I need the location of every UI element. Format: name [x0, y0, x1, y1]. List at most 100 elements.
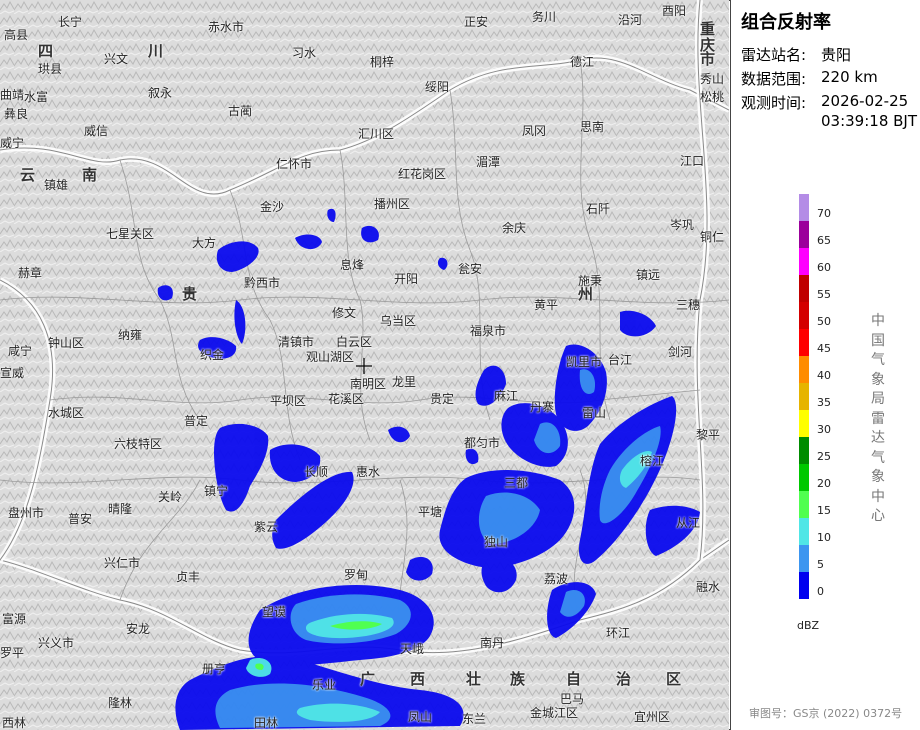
- radar-map[interactable]: 四 川 云 南 贵 州 重 庆 市 广 西 壮 族 自 治 区 长宁 珙县 高县…: [0, 0, 729, 730]
- city-label: 彝良: [4, 107, 29, 121]
- city-label: 六枝特区: [114, 437, 163, 451]
- city-label: 铜仁: [700, 230, 725, 244]
- legend-swatch: [799, 194, 809, 221]
- city-label: 瓮安: [458, 262, 483, 276]
- city-label: 酉阳: [662, 4, 687, 18]
- legend-tick-label: 35: [817, 396, 831, 409]
- city-label: 汇川区: [358, 127, 395, 141]
- city-label: 施秉: [578, 274, 603, 288]
- time-clock: 03:39:18 BJT: [821, 112, 918, 130]
- city-label: 台江: [608, 353, 633, 367]
- region-label: 自: [566, 670, 582, 688]
- city-label: 德江: [570, 55, 595, 69]
- city-label: 桐梓: [370, 55, 395, 69]
- range-row: 数据范围: 220 km: [741, 68, 878, 89]
- city-label: 曲靖: [0, 88, 25, 102]
- city-label: 思南: [580, 120, 605, 134]
- city-label: 凤冈: [522, 124, 547, 138]
- city-label: 镇宁: [204, 484, 229, 498]
- time-label: 观测时间:: [741, 94, 807, 112]
- legend-tick-label: 40: [817, 369, 831, 382]
- city-label: 仁怀市: [276, 157, 313, 171]
- city-label: 赤水市: [208, 20, 245, 34]
- city-label: 长顺: [304, 465, 329, 479]
- city-label: 福泉市: [470, 324, 507, 338]
- station-row: 雷达站名: 贵阳: [741, 44, 851, 65]
- legend-swatch: [799, 383, 809, 410]
- city-label: 水富: [24, 90, 49, 104]
- city-label: 开阳: [394, 272, 419, 286]
- map-approval-number: 审图号：GS京 (2022) 0372号: [749, 707, 903, 720]
- city-label: 务川: [532, 10, 557, 24]
- city-label: 花溪区: [328, 392, 365, 406]
- legend-tick-label: 55: [817, 288, 831, 301]
- legend-swatch: [799, 410, 809, 437]
- city-label: 兴文: [104, 52, 129, 66]
- city-label: 三都: [504, 476, 529, 490]
- city-label: 息烽: [340, 258, 365, 272]
- city-label: 黄平: [534, 298, 559, 312]
- city-label: 凯里市: [566, 355, 603, 369]
- legend-tick-label: 5: [817, 558, 824, 571]
- region-label: 贵: [182, 285, 198, 303]
- time-row: 观测时间: 2026-02-25: [741, 92, 908, 113]
- city-label: 乐业: [312, 678, 337, 692]
- city-label: 习水: [292, 46, 317, 60]
- legend-swatch: [799, 545, 809, 572]
- legend-unit: dBZ: [797, 619, 820, 632]
- legend-swatch: [799, 302, 809, 329]
- city-label: 巴马: [560, 692, 585, 706]
- region-label: 壮: [466, 670, 482, 688]
- city-label: 叙永: [148, 86, 173, 100]
- city-label: 天峨: [400, 642, 425, 656]
- legend-tick-label: 10: [817, 531, 831, 544]
- legend-tick-label: 15: [817, 504, 831, 517]
- city-label: 安龙: [126, 622, 151, 636]
- city-label: 独山: [484, 535, 509, 549]
- city-label: 湄潭: [476, 155, 501, 169]
- city-label: 田林: [254, 716, 279, 730]
- city-label: 兴仁市: [104, 556, 141, 570]
- legend-swatch: [799, 491, 809, 518]
- legend-tick-label: 30: [817, 423, 831, 436]
- city-label: 平塘: [418, 505, 443, 519]
- city-label: 水城区: [48, 406, 85, 420]
- legend-swatch: [799, 572, 809, 599]
- city-label: 江口: [680, 154, 705, 168]
- region-label: 广: [360, 670, 376, 688]
- city-label: 松桃: [700, 90, 725, 104]
- city-label: 普安: [68, 512, 93, 526]
- city-label: 盘州市: [8, 506, 45, 520]
- legend-tick-label: 25: [817, 450, 831, 463]
- city-label: 石阡: [586, 202, 611, 216]
- region-label: 区: [666, 670, 682, 688]
- city-label: 隆林: [108, 696, 133, 710]
- city-label: 荔波: [544, 572, 569, 586]
- station-label: 雷达站名:: [741, 46, 807, 64]
- product-title: 组合反射率: [741, 12, 831, 33]
- city-label: 贞丰: [176, 570, 201, 584]
- legend-tick-label: 70: [817, 207, 831, 220]
- city-label: 黔西市: [244, 276, 281, 290]
- city-label: 沿河: [618, 13, 643, 27]
- city-label: 册亨: [202, 662, 227, 676]
- legend-swatch: [799, 356, 809, 383]
- city-label: 珙县: [38, 62, 63, 76]
- legend-swatch: [799, 275, 809, 302]
- legend-swatch: [799, 248, 809, 275]
- city-label: 贵定: [430, 392, 455, 406]
- city-label: 赫章: [18, 266, 43, 280]
- city-label: 威宁: [0, 136, 25, 150]
- city-label: 威信: [84, 124, 109, 138]
- city-label: 大方: [192, 236, 217, 250]
- city-label: 观山湖区: [306, 350, 355, 364]
- city-label: 凤山: [408, 710, 433, 724]
- range-value: 220 km: [821, 68, 878, 86]
- city-label: 罗平: [0, 646, 25, 660]
- city-label: 纳雍: [118, 328, 143, 342]
- region-label: 南: [82, 166, 98, 184]
- city-label: 宣威: [0, 366, 25, 380]
- city-label: 咸宁: [8, 344, 33, 358]
- city-label: 宜州区: [634, 710, 671, 724]
- legend-tick-label: 0: [817, 585, 824, 598]
